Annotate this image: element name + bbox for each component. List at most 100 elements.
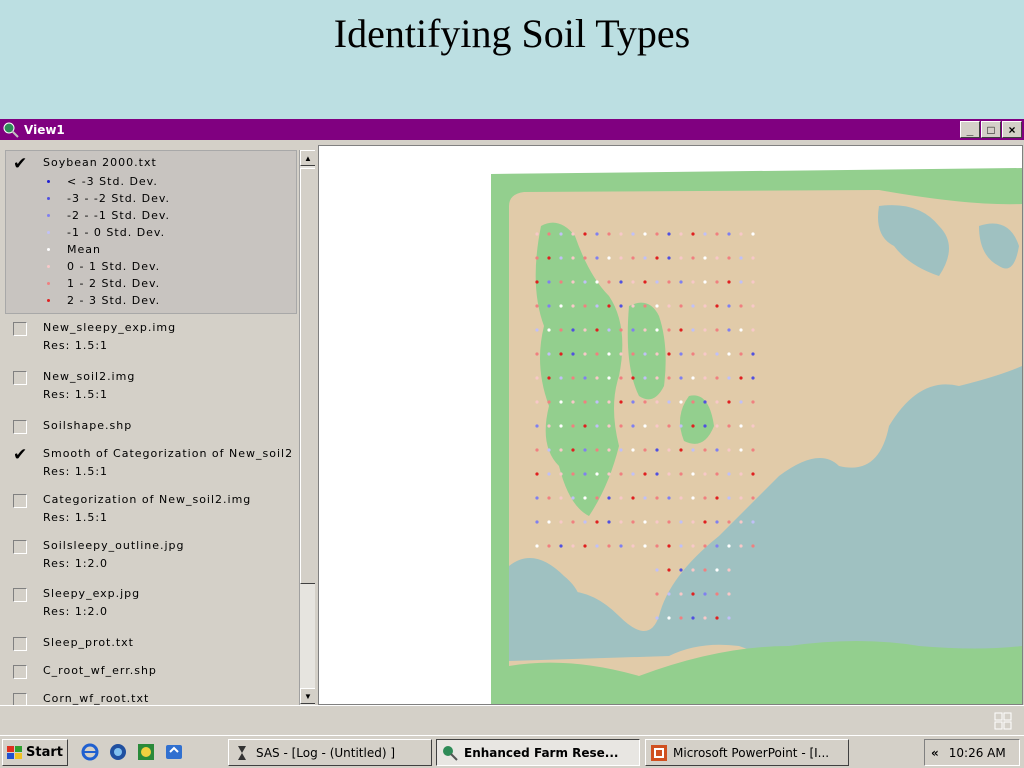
sample-point xyxy=(631,256,635,260)
sample-point xyxy=(583,496,587,500)
layer-checkbox[interactable] xyxy=(13,494,27,508)
sample-point xyxy=(571,280,575,284)
sample-point xyxy=(667,424,671,428)
toc-scrollbar[interactable]: ▲ ▼ xyxy=(299,150,315,706)
sample-point xyxy=(739,352,743,356)
sample-point xyxy=(703,592,707,596)
layer-checkbox[interactable]: ✔ xyxy=(13,447,27,464)
sample-point xyxy=(595,424,599,428)
sample-point xyxy=(727,328,731,332)
sample-point xyxy=(655,400,659,404)
powerpoint-icon xyxy=(651,744,667,761)
sample-point xyxy=(607,280,611,284)
show-desktop-icon[interactable] xyxy=(164,742,184,762)
map-view[interactable] xyxy=(318,145,1023,705)
sample-point xyxy=(751,472,755,476)
scroll-up-button[interactable]: ▲ xyxy=(300,150,315,166)
sample-point xyxy=(727,424,731,428)
legend-symbol xyxy=(47,282,50,285)
sample-point xyxy=(631,520,635,524)
window-titlebar[interactable]: View1 _ □ × xyxy=(0,119,1024,140)
layer-checkbox[interactable] xyxy=(13,588,27,602)
sample-point xyxy=(547,544,551,548)
soil-map[interactable] xyxy=(319,146,1022,704)
sample-point xyxy=(535,400,539,404)
layer-checkbox[interactable] xyxy=(13,371,27,385)
sample-point xyxy=(607,544,611,548)
start-button[interactable]: Start xyxy=(2,739,68,766)
sample-point xyxy=(535,304,539,308)
sample-point xyxy=(727,400,731,404)
sample-point xyxy=(751,400,755,404)
sample-point xyxy=(559,328,563,332)
sample-point xyxy=(703,280,707,284)
layer-name: Sleepy_exp.jpg xyxy=(43,587,141,600)
sample-point xyxy=(727,448,731,452)
sample-point xyxy=(547,472,551,476)
sample-point xyxy=(703,304,707,308)
sample-point xyxy=(595,280,599,284)
start-label: Start xyxy=(26,745,63,760)
sample-point xyxy=(691,496,695,500)
sample-point xyxy=(535,256,539,260)
sample-point xyxy=(571,520,575,524)
sample-point xyxy=(703,400,707,404)
internet-explorer-icon[interactable] xyxy=(80,742,100,762)
layer-checkbox[interactable] xyxy=(13,540,27,554)
minimize-button[interactable]: _ xyxy=(960,121,980,138)
maximize-button[interactable]: □ xyxy=(981,121,1001,138)
sample-point xyxy=(727,256,731,260)
sample-point xyxy=(655,328,659,332)
sample-point xyxy=(667,376,671,380)
sample-point xyxy=(751,328,755,332)
sample-point xyxy=(703,616,707,620)
sample-point xyxy=(559,400,563,404)
sample-point xyxy=(619,448,623,452)
media-player-icon[interactable] xyxy=(136,742,156,762)
scroll-thumb[interactable] xyxy=(300,168,315,584)
sample-point xyxy=(535,280,539,284)
layer-checkbox[interactable] xyxy=(13,322,27,336)
sample-point xyxy=(619,544,623,548)
sample-point xyxy=(583,544,587,548)
task-enhanced-farm[interactable]: Enhanced Farm Rese... xyxy=(436,739,640,766)
legend-symbol xyxy=(47,299,50,302)
tray-expand-button[interactable]: « xyxy=(931,746,939,760)
layer-checkbox[interactable] xyxy=(13,665,27,679)
scroll-down-button[interactable]: ▼ xyxy=(300,688,315,704)
sample-point xyxy=(595,400,599,404)
task-powerpoint[interactable]: Microsoft PowerPoint - [I... xyxy=(645,739,849,766)
sample-point xyxy=(643,280,647,284)
tile-windows-icon[interactable] xyxy=(994,712,1012,730)
task-sas-log[interactable]: SAS - [Log - (Untitled) ] xyxy=(228,739,432,766)
outlook-express-icon[interactable] xyxy=(108,742,128,762)
layer-checkbox[interactable]: ✔ xyxy=(13,156,27,173)
sample-point xyxy=(679,400,683,404)
sample-point xyxy=(655,520,659,524)
sample-point xyxy=(559,448,563,452)
sample-point xyxy=(607,328,611,332)
sample-point xyxy=(583,256,587,260)
sample-point xyxy=(595,376,599,380)
sample-point xyxy=(667,568,671,572)
sample-point xyxy=(631,448,635,452)
sample-point xyxy=(667,400,671,404)
sample-point xyxy=(619,256,623,260)
clock[interactable]: 10:26 AM xyxy=(949,746,1006,760)
sample-point xyxy=(535,544,539,548)
sample-point xyxy=(655,376,659,380)
sample-point xyxy=(655,424,659,428)
sample-point xyxy=(631,424,635,428)
close-button[interactable]: × xyxy=(1002,121,1022,138)
sample-point xyxy=(619,424,623,428)
sample-point xyxy=(715,376,719,380)
sample-point xyxy=(559,544,563,548)
sample-point xyxy=(631,400,635,404)
sample-point xyxy=(607,424,611,428)
layer-name: New_soil2.img xyxy=(43,370,136,383)
sample-point xyxy=(655,616,659,620)
layer-checkbox[interactable] xyxy=(13,420,27,434)
sample-point xyxy=(631,496,635,500)
sample-point xyxy=(535,448,539,452)
layer-checkbox[interactable] xyxy=(13,637,27,651)
